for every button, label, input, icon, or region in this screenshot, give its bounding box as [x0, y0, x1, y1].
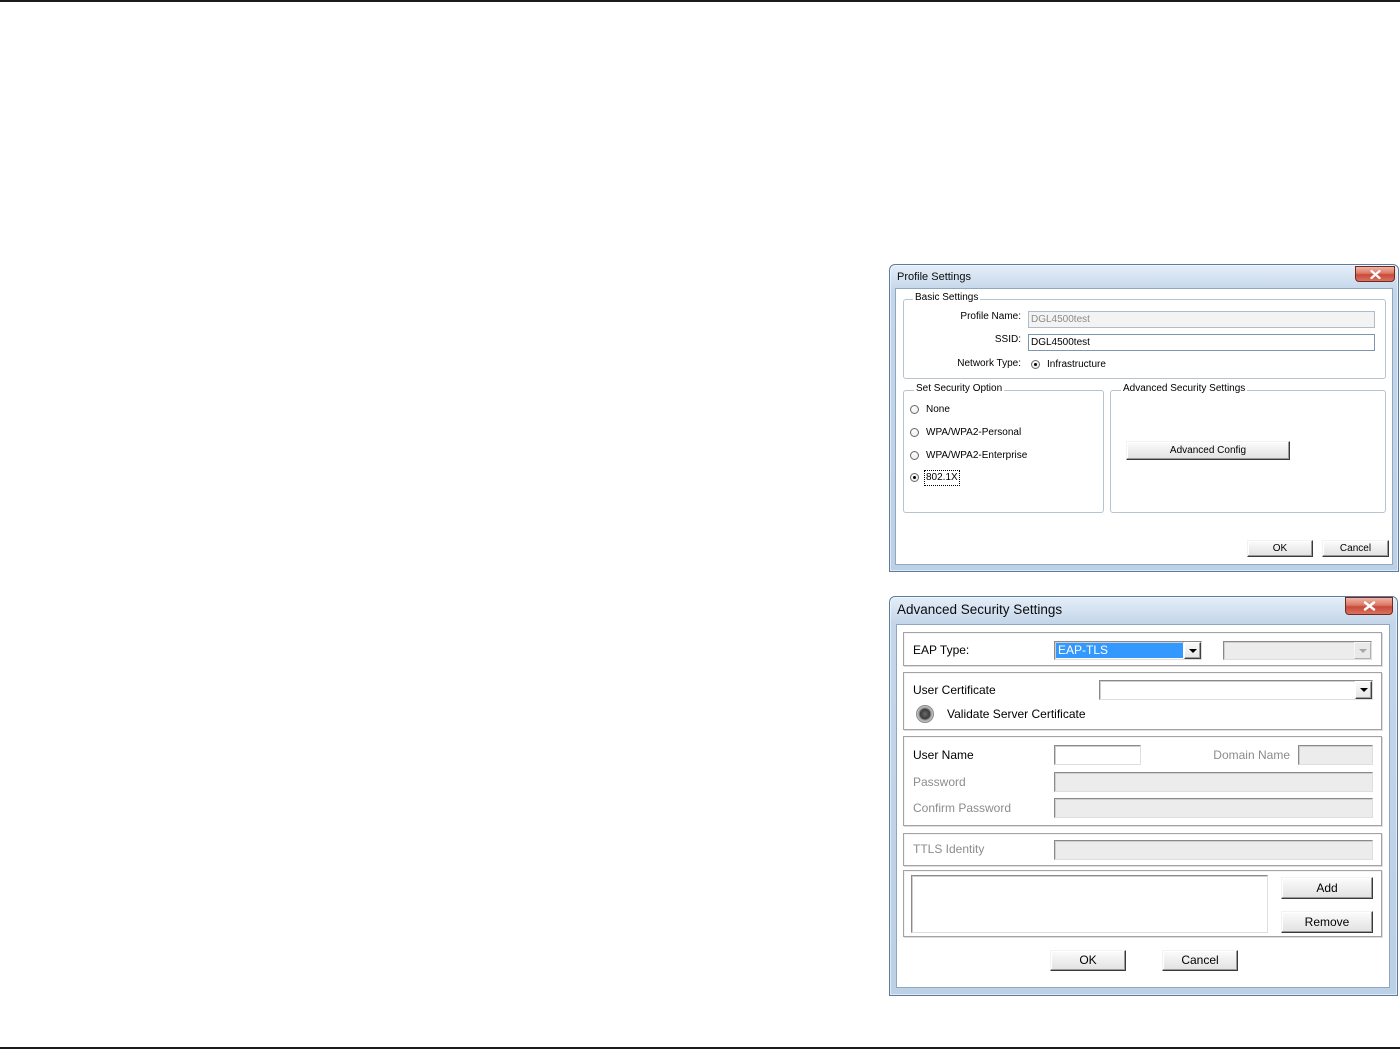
- add-button[interactable]: Add: [1281, 877, 1373, 899]
- security-option-group: Set Security Option None WPA/WPA2-Person…: [903, 383, 1104, 513]
- certificate-group: User Certificate Validate Server Certifi…: [903, 672, 1382, 730]
- validate-server-certificate-label[interactable]: Validate Server Certificate: [947, 707, 1086, 721]
- infrastructure-radio[interactable]: [1031, 360, 1040, 369]
- confirm-password-label: Confirm Password: [913, 801, 1012, 815]
- advanced-security-legend: Advanced Security Settings: [1121, 383, 1248, 395]
- close-icon: [1363, 601, 1375, 611]
- security-wpa-personal-radio[interactable]: [910, 428, 919, 437]
- user-certificate-dropdown-button[interactable]: [1355, 681, 1372, 699]
- security-none-label[interactable]: None: [926, 404, 950, 416]
- security-option-legend: Set Security Option: [914, 383, 1005, 395]
- security-none-radio[interactable]: [910, 405, 919, 414]
- close-icon: [1369, 269, 1381, 279]
- ok-button[interactable]: OK: [1050, 950, 1126, 971]
- security-wpa-personal-label[interactable]: WPA/WPA2-Personal: [926, 427, 1021, 439]
- infrastructure-label[interactable]: Infrastructure: [1047, 359, 1106, 371]
- eap-inner-method-select[interactable]: [1223, 641, 1372, 660]
- security-wpa-enterprise-radio[interactable]: [910, 451, 919, 460]
- remove-button[interactable]: Remove: [1281, 911, 1373, 933]
- ttls-identity-input[interactable]: [1054, 840, 1373, 860]
- user-name-input[interactable]: [1054, 745, 1141, 765]
- dialog-title: Advanced Security Settings: [897, 602, 1063, 617]
- advanced-security-group: Advanced Security Settings Advanced Conf…: [1110, 383, 1386, 513]
- eap-type-group: EAP Type: EAP-TLS: [903, 632, 1382, 666]
- basic-settings-group: Basic Settings Profile Name: DGL4500test…: [903, 292, 1386, 379]
- validate-server-certificate-toggle[interactable]: [916, 705, 934, 723]
- domain-name-input[interactable]: [1298, 745, 1373, 765]
- eap-type-dropdown-button[interactable]: [1184, 642, 1201, 659]
- user-certificate-label: User Certificate: [913, 683, 996, 697]
- security-wpa-enterprise-label[interactable]: WPA/WPA2-Enterprise: [926, 450, 1027, 462]
- ok-button[interactable]: OK: [1247, 540, 1313, 557]
- bottom-rule: [0, 1047, 1400, 1049]
- user-certificate-value: [1101, 682, 1354, 698]
- security-8021x-radio[interactable]: [910, 473, 919, 482]
- entries-listbox[interactable]: [911, 875, 1268, 933]
- eap-type-select[interactable]: EAP-TLS: [1054, 641, 1202, 660]
- password-input[interactable]: [1054, 772, 1373, 792]
- chevron-down-icon: [1359, 688, 1368, 692]
- eap-inner-method-dropdown-button[interactable]: [1354, 642, 1371, 659]
- security-8021x-label[interactable]: 802.1X: [924, 470, 960, 486]
- close-button[interactable]: [1345, 597, 1393, 615]
- close-button[interactable]: [1355, 266, 1395, 282]
- domain-name-label: Domain Name: [1213, 748, 1290, 762]
- chevron-down-icon: [1188, 648, 1197, 653]
- profile-settings-dialog: Profile Settings Basic Settings Profile …: [889, 264, 1399, 572]
- confirm-password-input[interactable]: [1054, 798, 1373, 818]
- advanced-config-button[interactable]: Advanced Config: [1126, 441, 1290, 460]
- credentials-group: User Name Domain Name Password Confirm P…: [903, 736, 1382, 826]
- user-certificate-select[interactable]: [1099, 680, 1373, 700]
- eap-type-label: EAP Type:: [913, 643, 970, 657]
- chevron-down-icon: [1358, 648, 1367, 653]
- list-group: Add Remove: [903, 870, 1382, 937]
- ttls-identity-label: TTLS Identity: [913, 842, 985, 856]
- password-label: Password: [913, 775, 966, 789]
- cancel-button[interactable]: Cancel: [1322, 540, 1389, 557]
- top-rule: [0, 0, 1400, 2]
- advanced-dialog-body: EAP Type: EAP-TLS User Certificate Valid…: [896, 624, 1390, 988]
- profile-name-input[interactable]: DGL4500test: [1028, 311, 1375, 328]
- dialog-title: Profile Settings: [897, 271, 971, 283]
- ttls-identity-group: TTLS Identity: [903, 833, 1382, 866]
- profile-dialog-body: Basic Settings Profile Name: DGL4500test…: [895, 288, 1393, 565]
- eap-inner-method-value: [1225, 643, 1353, 658]
- ssid-label: SSID:: [994, 334, 1021, 345]
- advanced-security-settings-dialog: Advanced Security Settings EAP Type: EAP…: [889, 596, 1398, 996]
- basic-settings-legend: Basic Settings: [913, 292, 981, 304]
- eap-type-value: EAP-TLS: [1056, 643, 1183, 658]
- ssid-input[interactable]: DGL4500test: [1028, 334, 1375, 351]
- profile-name-label: Profile Name:: [960, 311, 1021, 322]
- cancel-button[interactable]: Cancel: [1162, 950, 1238, 971]
- network-type-label: Network Type:: [957, 358, 1021, 369]
- user-name-label: User Name: [913, 748, 974, 762]
